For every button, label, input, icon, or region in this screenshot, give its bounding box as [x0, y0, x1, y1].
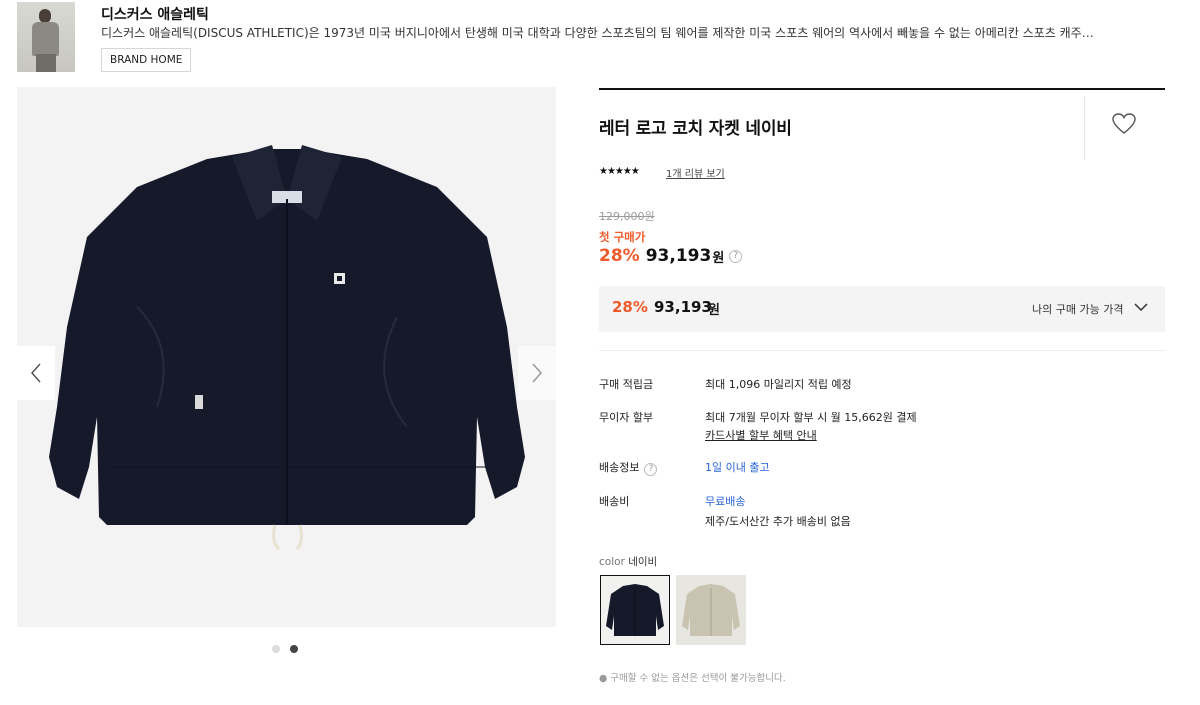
- my-price: 93,193: [654, 298, 712, 316]
- divider: [1084, 96, 1085, 160]
- heart-icon: [1112, 113, 1136, 134]
- top-divider: [599, 88, 1165, 90]
- gallery-dot-active[interactable]: [290, 645, 298, 653]
- price-row: 28% 93,193 원 ?: [599, 246, 743, 266]
- info-value: 최대 1,096 마일리지 적립 예정: [705, 378, 852, 391]
- first-buy-label: 첫 구매가: [599, 230, 646, 244]
- help-icon[interactable]: ?: [644, 462, 658, 476]
- my-discount-rate: 28%: [612, 298, 648, 316]
- color-label: color 네이비: [599, 556, 658, 568]
- rating-stars: ★★★★★: [599, 166, 640, 177]
- shipping-value: 1일 이내 출고: [705, 461, 770, 474]
- brand-name[interactable]: 디스커스 애슬레틱: [101, 4, 209, 24]
- my-price-label: 나의 구매 가능 가격: [1032, 303, 1124, 316]
- option-note: ● 구매할 수 없는 옵션은 선택이 불가능합니다.: [599, 673, 786, 684]
- gallery-dot[interactable]: [272, 645, 280, 653]
- gallery-next-button[interactable]: [518, 346, 556, 400]
- swatch-image: [682, 584, 740, 636]
- my-currency: 원: [708, 303, 720, 318]
- info-label: 무이자 할부: [599, 411, 654, 424]
- product-gallery: [17, 87, 556, 627]
- review-link[interactable]: 1개 리뷰 보기: [666, 165, 725, 180]
- color-swatch-navy[interactable]: [600, 575, 670, 645]
- info-label: 배송비: [599, 495, 630, 508]
- help-icon[interactable]: ?: [729, 249, 743, 263]
- brand-avatar[interactable]: [17, 2, 75, 72]
- gallery-prev-button[interactable]: [17, 346, 55, 400]
- chevron-right-icon: [532, 363, 543, 383]
- info-label: 구매 적립금: [599, 378, 654, 391]
- divider: [599, 350, 1165, 351]
- brand-description: 디스커스 애슬레틱(DISCUS ATHLETIC)은 1973년 미국 버지니…: [101, 26, 1101, 40]
- wishlist-button[interactable]: [1111, 112, 1137, 136]
- installment-benefit-link[interactable]: 카드사별 할부 혜택 안내: [705, 427, 817, 443]
- info-label: 배송정보?: [599, 459, 699, 476]
- original-price: 129,000원: [599, 210, 655, 223]
- currency: 원: [712, 250, 725, 266]
- chevron-left-icon: [30, 363, 41, 383]
- chevron-down-icon: [1134, 303, 1148, 312]
- swatch-image: [606, 584, 664, 636]
- my-price-box[interactable]: 28% 93,193 원 나의 구매 가능 가격: [599, 286, 1165, 332]
- brand-header: 디스커스 애슬레틱 디스커스 애슬레틱(DISCUS ATHLETIC)은 19…: [17, 2, 1183, 74]
- selected-color: 네이비: [628, 556, 658, 568]
- color-swatch-beige[interactable]: [676, 575, 746, 645]
- sale-price: 93,193: [645, 246, 712, 266]
- product-title: 레터 로고 코치 자켓 네이비: [599, 119, 792, 139]
- product-image: [49, 145, 525, 551]
- shipping-fee-value: 무료배송: [705, 495, 746, 508]
- gallery-pagination: [272, 645, 298, 653]
- shipping-fee-sub: 제주/도서산간 추가 배송비 없음: [705, 515, 851, 528]
- discount-rate: 28%: [599, 246, 640, 266]
- brand-home-button[interactable]: BRAND HOME: [101, 48, 192, 72]
- info-value: 최대 7개월 무이자 할부 시 월 15,662원 결제: [705, 411, 917, 424]
